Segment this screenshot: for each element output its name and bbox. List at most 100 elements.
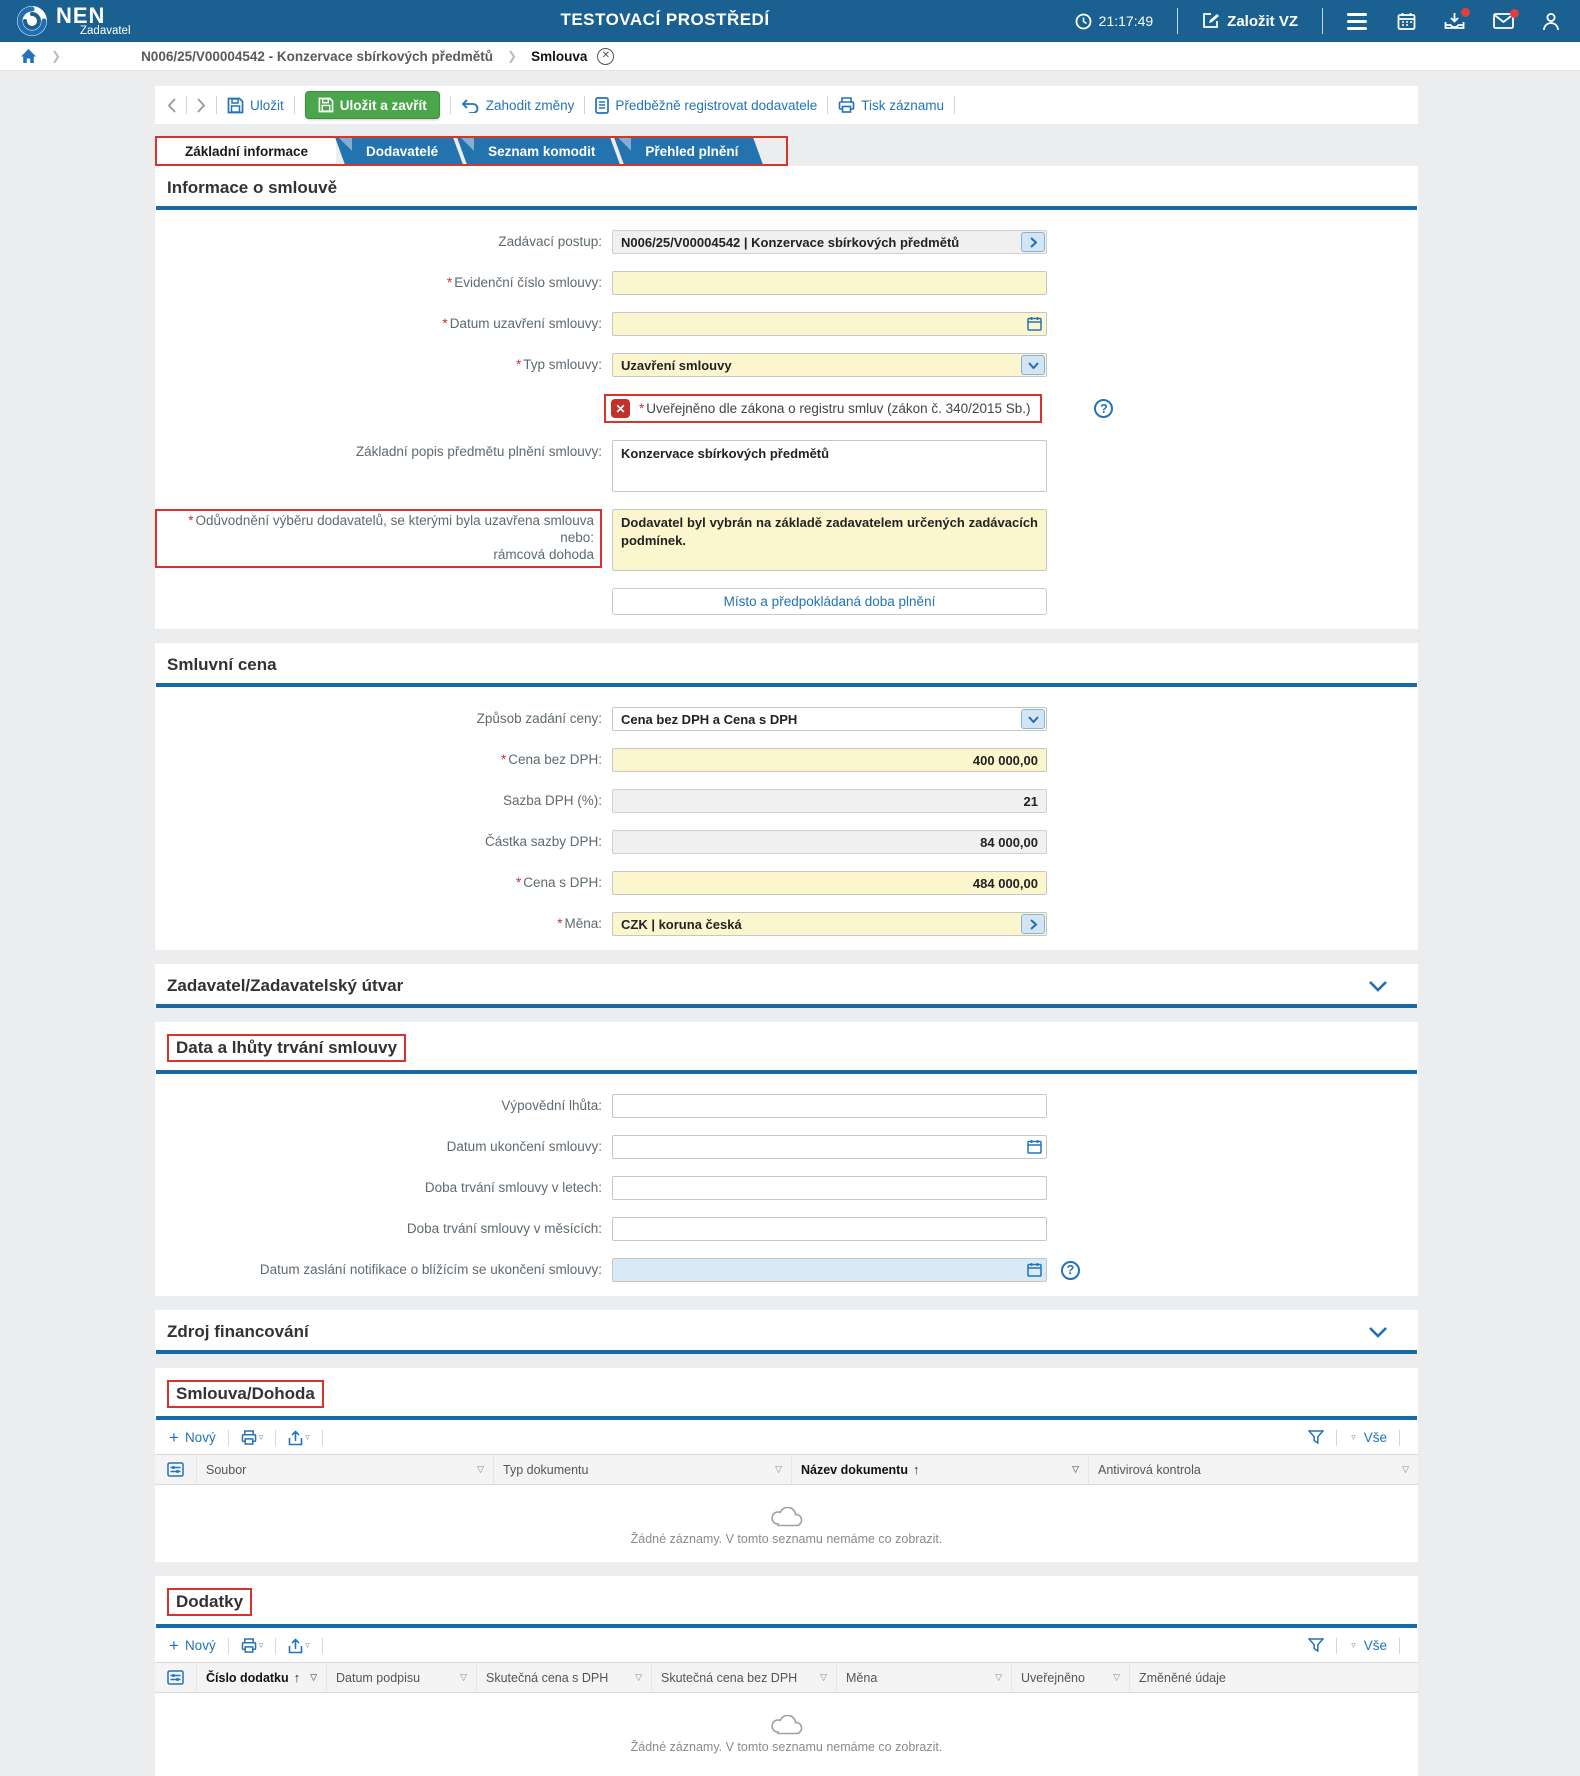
table-header-row: Číslo dodatku ↑ ▽ Datum podpisu ▽ Skutečná… [155,1662,1418,1693]
typ-smlouvy-select[interactable]: Uzavření smlouvy [612,353,1047,377]
calendar-icon[interactable] [1027,1139,1042,1154]
filter-funnel-icon[interactable] [1308,1430,1325,1445]
messages-button[interactable] [1493,9,1519,29]
column-filter-icon[interactable]: ▽ [471,1464,484,1475]
inbox-button[interactable] [1444,7,1470,31]
nav-forward-icon[interactable] [197,97,206,113]
column-header-skutecna-cena-bez-dph[interactable]: Skutečná cena bez DPH ▽ [652,1663,837,1692]
misto-doba-plneni-button[interactable]: Místo a předpokládaná doba plnění [612,588,1047,615]
preregister-supplier-button[interactable]: Předběžně registrovat dodavatele [595,96,817,114]
column-header-soubor[interactable]: Soubor ▽ [197,1455,494,1484]
doba-trvani-mesicich-input[interactable] [612,1217,1047,1241]
column-filter-icon[interactable]: ▽ [1396,1464,1409,1475]
nav-back-icon[interactable] [167,97,176,113]
column-header-antivirova-kontrola[interactable]: Antivirová kontrola ▽ [1089,1455,1418,1484]
print-list-button[interactable]: ▿ [241,1638,263,1653]
filter-funnel-icon[interactable] [1308,1638,1325,1653]
column-header-skutecna-cena-s-dph[interactable]: Skutečná cena s DPH ▽ [477,1663,652,1692]
divider [1399,1637,1400,1654]
user-profile-icon[interactable] [1542,12,1560,31]
column-header-uverejneno[interactable]: Uveřejněno ▽ [1012,1663,1130,1692]
save-button[interactable]: Uložit [227,97,284,114]
new-record-button[interactable]: + Nový [169,1637,216,1654]
column-header-typ-dokumentu[interactable]: Typ dokumentu ▽ [494,1455,792,1484]
export-button[interactable]: ▿ [288,1637,310,1654]
datum-uzavreni-input[interactable] [612,312,1047,336]
calendar-icon[interactable] [1027,1262,1042,1277]
evidencni-cislo-input[interactable] [612,271,1047,295]
dropdown-chevron-button[interactable] [1021,709,1045,729]
help-icon[interactable]: ? [1094,399,1114,418]
list-toolbar: + Nový ▿ ▿ ▿ Vše [155,1628,1418,1662]
save-and-close-button[interactable]: Uložit a zavřít [304,91,440,119]
column-header-nazev-dokumentu[interactable]: Název dokumentu ↑ ▽ [792,1455,1089,1484]
show-all-button[interactable]: Vše [1364,1430,1387,1445]
dropdown-chevron-button[interactable] [1021,355,1045,375]
datum-ukonceni-input[interactable] [612,1135,1047,1159]
vypovedni-lhuta-input[interactable] [612,1094,1047,1118]
zpusob-zadani-ceny-select[interactable]: Cena bez DPH a Cena s DPH [612,707,1047,731]
column-header-mena[interactable]: Měna ▽ [837,1663,1012,1692]
show-all-button[interactable]: Vše [1364,1638,1387,1653]
open-detail-arrow-button[interactable] [1021,232,1045,252]
tab-prehled-plneni[interactable]: Přehled plnění [614,138,764,164]
export-button[interactable]: ▿ [288,1429,310,1446]
column-settings-button[interactable] [155,1663,197,1692]
cena-s-dph-input[interactable]: 484 000,00 [612,871,1047,895]
section-informace-o-smlouve: Informace o smlouvě Zadávací postup: N00… [155,166,1418,629]
expand-chevron-icon[interactable] [1368,980,1388,992]
menu-icon[interactable] [1347,12,1367,30]
breadcrumb-procedure[interactable]: N006/25/V00004542 - Konzervace sbírkovýc… [141,49,493,64]
clock-icon [1075,13,1092,30]
divider [954,96,956,114]
open-detail-arrow-button[interactable] [1021,914,1045,934]
divider [321,1637,323,1654]
oduvodneni-textarea[interactable]: Dodavatel byl vybrán na základě zadavate… [612,509,1047,571]
field-label: Základní popis předmětu plnění smlouvy: [355,444,602,459]
column-filter-icon[interactable]: ▽ [304,1672,317,1683]
expand-chevron-icon[interactable] [1368,1326,1388,1338]
field-label: * Typ smlouvy: [515,356,602,372]
create-vz-button[interactable]: Založit VZ [1202,12,1298,30]
column-filter-icon[interactable]: ▽ [454,1672,467,1683]
calendar-icon[interactable] [1397,12,1416,31]
empty-list-placeholder: Žádné záznamy. V tomto seznamu nemáme co… [155,1485,1418,1562]
record-toolbar: Uložit Uložit a zavřít Zahodit změny Pře… [155,86,1418,124]
sazba-dph-field: 21 [612,789,1047,813]
chevron-right-icon: ❯ [51,49,62,63]
calendar-icon[interactable] [1027,316,1042,331]
column-header-datum-podpisu[interactable]: Datum podpisu ▽ [327,1663,477,1692]
tab-seznam-komodit[interactable]: Seznam komodit [457,138,621,164]
tab-dodavatele[interactable]: Dodavatelé [335,138,463,164]
close-tab-icon[interactable]: ✕ [597,47,615,65]
print-record-button[interactable]: Tisk záznamu [838,97,944,113]
popis-predmetu-textarea[interactable]: Konzervace sbírkových předmětů [612,440,1047,492]
column-filter-icon[interactable]: ▽ [814,1672,827,1683]
plus-icon: + [169,1428,179,1447]
column-filter-icon[interactable]: ▽ [989,1672,1002,1683]
column-header-zmenene-udaje[interactable]: Změněné údaje [1130,1663,1418,1692]
column-filter-icon[interactable]: ▽ [1066,1464,1079,1475]
print-list-button[interactable]: ▿ [241,1430,263,1445]
column-filter-icon[interactable]: ▽ [769,1464,782,1475]
column-settings-button[interactable] [155,1455,197,1484]
divider [227,1429,229,1446]
home-icon[interactable] [20,48,37,64]
column-filter-icon[interactable]: ▽ [629,1672,642,1683]
mena-field[interactable]: CZK | koruna česká [612,912,1047,936]
new-record-button[interactable]: + Nový [169,1429,216,1446]
tab-zakladni-informace[interactable]: Základní informace [157,138,337,164]
section-title: Dodatky [167,1588,253,1616]
discard-changes-button[interactable]: Zahodit změny [461,98,574,113]
uverejneno-checkbox-label[interactable]: * Uveřejněno dle zákona o registru smluv … [639,401,1030,416]
column-header-cislo-dodatku[interactable]: Číslo dodatku ↑ ▽ [197,1663,327,1692]
doba-trvani-letech-input[interactable] [612,1176,1047,1200]
cena-bez-dph-input[interactable]: 400 000,00 [612,748,1047,772]
save-icon [227,97,244,114]
help-icon[interactable]: ? [1061,1260,1080,1280]
datum-notifikace-input[interactable] [612,1258,1047,1282]
nen-brand[interactable]: NEN Zadavatel [16,4,131,38]
dropdown-caret-icon: ▿ [1351,1640,1356,1650]
column-filter-icon[interactable]: ▽ [1107,1672,1120,1683]
plus-icon: + [169,1636,179,1655]
